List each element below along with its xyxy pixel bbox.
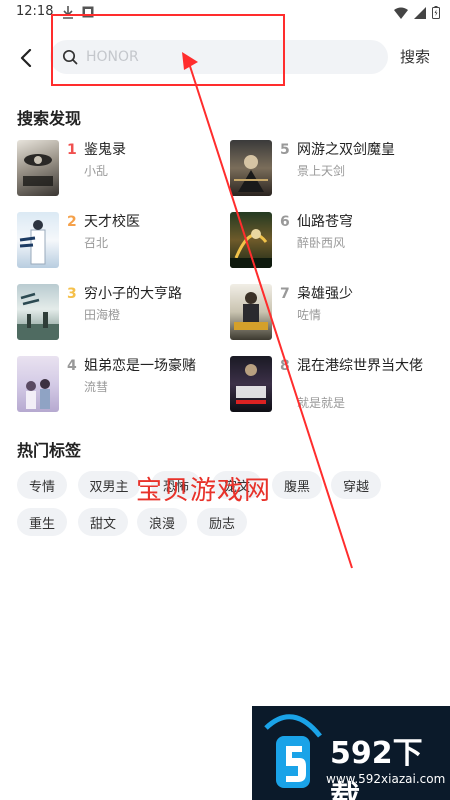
- book-item-8[interactable]: 8 混在港综世界当大佬 就是就是: [230, 356, 430, 414]
- logo-url-text: www.592xiazai.com: [326, 772, 446, 786]
- book-title: 仙路苍穹: [297, 214, 353, 230]
- search-bar[interactable]: [50, 40, 388, 74]
- book-rank: 4: [67, 358, 77, 374]
- signal-icon: [414, 6, 426, 19]
- book-rank: 2: [67, 214, 77, 230]
- book-title: 网游之双剑魔皇: [297, 142, 395, 158]
- tag-chip[interactable]: 重生: [17, 508, 67, 536]
- search-icon: [62, 49, 78, 65]
- status-system-icons: [394, 6, 440, 19]
- book-rank: 3: [67, 286, 77, 302]
- book-cover: [17, 140, 59, 196]
- image-icon: [82, 6, 94, 18]
- book-cover: [17, 212, 59, 268]
- book-title: 鉴鬼录: [84, 142, 126, 158]
- book-author: 流彗: [84, 380, 109, 394]
- search-button[interactable]: 搜索: [400, 46, 430, 67]
- book-item-5[interactable]: 5 网游之双剑魔皇 景上天剑: [230, 140, 430, 198]
- wifi-icon: [394, 7, 408, 19]
- book-item-1[interactable]: 1 鉴鬼录 小乱: [17, 140, 217, 198]
- book-rank: 6: [280, 214, 290, 230]
- book-item-7[interactable]: 7 枭雄强少 咗情: [230, 284, 430, 342]
- book-title: 枭雄强少: [297, 286, 353, 302]
- discover-section-title: 搜索发现: [17, 109, 82, 128]
- book-cover: [230, 140, 272, 196]
- book-cover: [17, 284, 59, 340]
- book-cover: [230, 284, 272, 340]
- book-cover: [230, 212, 272, 268]
- chevron-left-icon: [20, 49, 32, 67]
- book-title: 穷小子的大亨路: [84, 286, 182, 302]
- logo-brand-text: 592下载: [330, 736, 423, 800]
- book-cover: [17, 356, 59, 412]
- tag-chip[interactable]: 宠文: [212, 471, 262, 499]
- book-author: 醉卧西风: [297, 236, 346, 250]
- book-rank: 7: [280, 286, 290, 302]
- status-notification-icons: [62, 6, 94, 19]
- book-author: 景上天剑: [297, 164, 346, 178]
- book-item-6[interactable]: 6 仙路苍穹 醉卧西风: [230, 212, 430, 270]
- book-item-3[interactable]: 3 穷小子的大亨路 田海橙: [17, 284, 217, 342]
- book-rank: 1: [67, 142, 77, 158]
- tag-chip[interactable]: 穿越: [331, 471, 381, 499]
- status-time: 12:18: [16, 4, 54, 19]
- book-item-2[interactable]: 2 天才校医 召北: [17, 212, 217, 270]
- tag-chip[interactable]: 励志: [197, 508, 247, 536]
- tag-chip[interactable]: 浪漫: [137, 508, 187, 536]
- book-author: 田海橙: [84, 308, 121, 322]
- book-author: 咗情: [297, 308, 322, 322]
- tag-chip[interactable]: 甜文: [78, 508, 128, 536]
- tag-chip[interactable]: 恐怖: [151, 471, 201, 499]
- book-rank: 5: [280, 142, 290, 158]
- book-author: 小乱: [84, 164, 109, 178]
- search-input[interactable]: [86, 49, 356, 65]
- hot-tags-section-title: 热门标签: [17, 441, 82, 460]
- status-bar: 12:18: [0, 0, 450, 26]
- book-author: 就是就是: [297, 396, 346, 410]
- book-author: 召北: [84, 236, 109, 250]
- tag-chip[interactable]: 腹黑: [272, 471, 322, 499]
- book-cover: [230, 356, 272, 412]
- tag-chip[interactable]: 专情: [17, 471, 67, 499]
- back-button[interactable]: [12, 44, 40, 72]
- logo-mark-icon: [264, 714, 322, 788]
- battery-icon: [432, 6, 440, 19]
- book-item-4[interactable]: 4 姐弟恋是一场豪赌 流彗: [17, 356, 217, 414]
- book-rank: 8: [280, 358, 290, 374]
- book-title: 天才校医: [84, 214, 140, 230]
- tag-chip[interactable]: 双男主: [78, 471, 140, 499]
- download-icon: [63, 6, 73, 19]
- book-title: 姐弟恋是一场豪赌: [84, 358, 196, 374]
- book-title: 混在港综世界当大佬: [297, 358, 423, 374]
